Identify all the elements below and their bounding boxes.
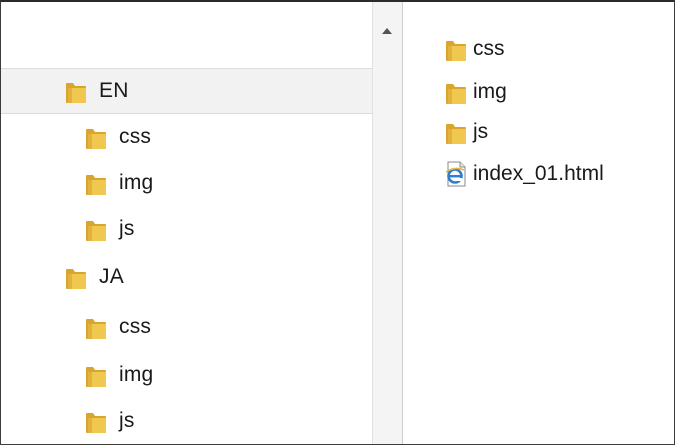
folder-icon: [86, 174, 106, 195]
content-item-js[interactable]: js: [445, 112, 488, 152]
folder-icon: [86, 366, 106, 387]
folder-icon: [86, 318, 106, 339]
tree-item-label: js: [119, 409, 135, 432]
tree-item-en[interactable]: EN: [1, 68, 372, 114]
scroll-up-arrow-icon[interactable]: [382, 28, 392, 34]
navigation-pane-top: [1, 2, 372, 68]
content-item-css[interactable]: css: [445, 29, 505, 69]
tree-item-label: EN: [99, 79, 129, 102]
folder-icon: [446, 123, 466, 144]
folder-icon: [66, 268, 86, 289]
folder-icon: [86, 128, 106, 149]
content-item-label: index_01.html: [473, 162, 604, 185]
tree-item-ja-img[interactable]: img: [85, 352, 153, 398]
tree-item-ja-css[interactable]: css: [85, 304, 151, 350]
content-pane: css img js index_01.html: [403, 2, 674, 444]
tree-item-label: img: [119, 363, 154, 386]
content-item-index-html[interactable]: index_01.html: [445, 154, 604, 194]
tree-item-ja-js[interactable]: js: [85, 398, 135, 444]
content-item-img[interactable]: img: [445, 72, 507, 112]
navigation-pane: EN css img js JA css img js: [1, 2, 372, 444]
ie-html-file-icon: [445, 161, 466, 187]
folder-icon: [86, 412, 106, 433]
tree-item-label: js: [119, 217, 135, 240]
content-item-label: css: [473, 37, 505, 60]
tree-item-label: img: [119, 171, 154, 194]
tree-item-en-css[interactable]: css: [85, 114, 151, 160]
content-item-label: img: [473, 80, 507, 103]
tree-item-label: JA: [99, 265, 124, 288]
folder-icon: [66, 82, 86, 103]
tree-item-label: css: [119, 315, 152, 338]
tree-item-label: css: [119, 125, 152, 148]
tree-item-en-img[interactable]: img: [85, 160, 153, 206]
file-explorer-window: EN css img js JA css img js css img js i…: [0, 0, 675, 445]
folder-icon: [446, 83, 466, 104]
tree-item-en-js[interactable]: js: [85, 206, 135, 252]
tree-item-ja[interactable]: JA: [65, 254, 124, 300]
folder-icon: [86, 220, 106, 241]
content-item-label: js: [473, 120, 489, 143]
folder-icon: [446, 40, 466, 61]
navigation-scrollbar[interactable]: [372, 2, 403, 444]
